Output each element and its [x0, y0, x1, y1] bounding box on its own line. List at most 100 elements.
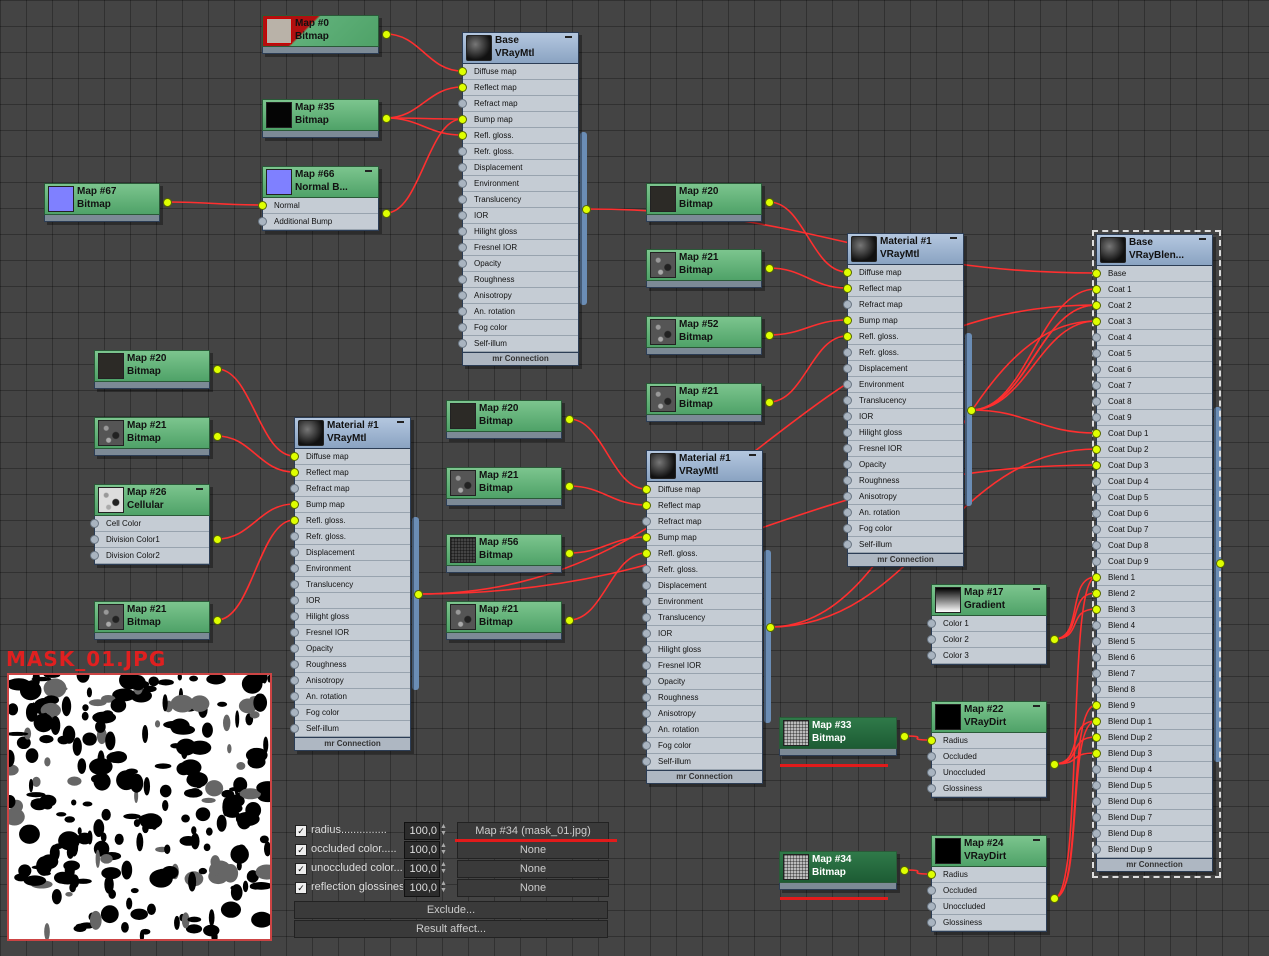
slot-refract-map[interactable]: Refract map [295, 481, 410, 497]
slot-fog-color[interactable]: Fog color [463, 320, 578, 336]
slot-coat-dup-2[interactable]: Coat Dup 2 [1097, 442, 1212, 458]
slot-displacement[interactable]: Displacement [463, 160, 578, 176]
node-c21a[interactable]: Map #21 Bitmap [446, 467, 562, 506]
slot-color-1[interactable]: Color 1 [932, 616, 1046, 632]
input-socket[interactable] [457, 274, 467, 284]
slot-coat-6[interactable]: Coat 6 [1097, 362, 1212, 378]
node-header[interactable]: Map #34 Bitmap [779, 851, 897, 883]
node-m66[interactable]: Map #66 Normal B... Normal Additional Bump [262, 166, 379, 231]
node-header[interactable]: Base VRayBlen... [1096, 234, 1213, 266]
minimize-icon[interactable] [950, 237, 957, 239]
slot-refl-gloss-[interactable]: Refl. gloss. [647, 546, 762, 562]
slot-blend-dup-4[interactable]: Blend Dup 4 [1097, 762, 1212, 778]
input-socket[interactable] [926, 869, 936, 879]
input-socket[interactable] [289, 467, 299, 477]
slot-refl-gloss-[interactable]: Refl. gloss. [463, 128, 578, 144]
slot-unoccluded[interactable]: Unoccluded [932, 765, 1046, 781]
slot-coat-dup-8[interactable]: Coat Dup 8 [1097, 538, 1212, 554]
input-socket[interactable] [1091, 348, 1101, 358]
node-m0[interactable]: Map #0 Bitmap [262, 15, 379, 54]
input-socket[interactable] [641, 740, 651, 750]
input-socket[interactable] [457, 66, 467, 76]
node-header[interactable]: Map #21 Bitmap [646, 249, 762, 281]
slot-hilight-gloss[interactable]: Hilight gloss [848, 425, 963, 441]
input-socket[interactable] [926, 751, 936, 761]
input-socket[interactable] [1091, 844, 1101, 854]
output-socket[interactable] [764, 263, 774, 273]
slot-coat-8[interactable]: Coat 8 [1097, 394, 1212, 410]
input-socket[interactable] [289, 659, 299, 669]
node-header[interactable]: Base VRayMtl [462, 32, 579, 64]
node-header[interactable]: Material #1 VRayMtl [646, 450, 763, 482]
input-socket[interactable] [641, 516, 651, 526]
minimize-icon[interactable] [365, 170, 372, 172]
slot-self-illum[interactable]: Self-illum [463, 336, 578, 352]
node-header[interactable]: Map #66 Normal B... [262, 166, 379, 198]
slot-opacity[interactable]: Opacity [295, 641, 410, 657]
node-m26[interactable]: Map #26 Cellular Cell Color Division Color1… [94, 484, 210, 565]
slot-hilight-gloss[interactable]: Hilight gloss [295, 609, 410, 625]
map-slot-button[interactable]: None [457, 841, 609, 859]
mr-connection-footer[interactable]: mr Connection [646, 771, 763, 784]
minimize-icon[interactable] [565, 36, 572, 38]
input-socket[interactable] [289, 643, 299, 653]
input-socket[interactable] [641, 484, 651, 494]
slot-reflect-map[interactable]: Reflect map [848, 281, 963, 297]
input-socket[interactable] [289, 611, 299, 621]
slot-occluded[interactable]: Occluded [932, 883, 1046, 899]
slot-environment[interactable]: Environment [295, 561, 410, 577]
input-socket[interactable] [289, 515, 299, 525]
node-l21a[interactable]: Map #21 Bitmap [94, 417, 210, 456]
slot-diffuse-map[interactable]: Diffuse map [647, 482, 762, 498]
slot-roughness[interactable]: Roughness [295, 657, 410, 673]
mr-connection-footer[interactable]: mr Connection [1096, 859, 1213, 872]
slot-coat-dup-3[interactable]: Coat Dup 3 [1097, 458, 1212, 474]
slot-blend-4[interactable]: Blend 4 [1097, 618, 1212, 634]
input-socket[interactable] [641, 708, 651, 718]
output-socket[interactable] [564, 615, 574, 625]
output-socket[interactable] [899, 865, 909, 875]
node-header[interactable]: Map #17 Gradient [931, 584, 1047, 616]
node-m67[interactable]: Map #67 Bitmap [44, 183, 160, 222]
enable-checkbox[interactable]: ✓ [295, 825, 307, 837]
input-socket[interactable] [257, 200, 267, 210]
input-socket[interactable] [1091, 620, 1101, 630]
input-socket[interactable] [1091, 604, 1101, 614]
input-socket[interactable] [457, 114, 467, 124]
node-header[interactable]: Map #33 Bitmap [779, 717, 897, 749]
node-c56[interactable]: Map #56 Bitmap [446, 534, 562, 573]
spinner-arrows-icon[interactable]: ▲ ▼ [440, 880, 447, 894]
slot-translucency[interactable]: Translucency [295, 577, 410, 593]
input-socket[interactable] [289, 547, 299, 557]
slot-color-2[interactable]: Color 2 [932, 632, 1046, 648]
minimize-icon[interactable] [749, 454, 756, 456]
slot-roughness[interactable]: Roughness [848, 473, 963, 489]
node-header[interactable]: Map #20 Bitmap [646, 183, 762, 215]
slot-fog-color[interactable]: Fog color [647, 738, 762, 754]
slot-coat-9[interactable]: Coat 9 [1097, 410, 1212, 426]
minimize-icon[interactable] [1033, 839, 1040, 841]
slot-refract-map[interactable]: Refract map [463, 96, 578, 112]
minimize-icon[interactable] [1033, 705, 1040, 707]
output-socket[interactable] [1049, 893, 1059, 903]
input-socket[interactable] [1091, 460, 1101, 470]
input-socket[interactable] [1091, 668, 1101, 678]
map-slot-button[interactable]: None [457, 879, 609, 897]
node-matR[interactable]: Material #1 VRayMtl Diffuse map Reflect map… [847, 233, 964, 567]
slot-blend-dup-5[interactable]: Blend Dup 5 [1097, 778, 1212, 794]
slot-base[interactable]: Base [1097, 266, 1212, 282]
input-socket[interactable] [842, 427, 852, 437]
slot-ior[interactable]: IOR [463, 208, 578, 224]
output-socket[interactable] [1049, 634, 1059, 644]
node-header[interactable]: Map #22 VRayDirt [931, 701, 1047, 733]
node-blend[interactable]: Base VRayBlen... Base Coat 1 Coat 2 Coat 3 Coa… [1096, 234, 1213, 872]
input-socket[interactable] [1091, 652, 1101, 662]
slot-additional-bump[interactable]: Additional Bump [263, 214, 378, 230]
slot-coat-3[interactable]: Coat 3 [1097, 314, 1212, 330]
map-slot-button[interactable]: None [457, 860, 609, 878]
input-socket[interactable] [457, 242, 467, 252]
slot-bump-map[interactable]: Bump map [647, 530, 762, 546]
node-scrollbar[interactable] [764, 550, 771, 723]
input-socket[interactable] [289, 723, 299, 733]
slot-blend-8[interactable]: Blend 8 [1097, 682, 1212, 698]
